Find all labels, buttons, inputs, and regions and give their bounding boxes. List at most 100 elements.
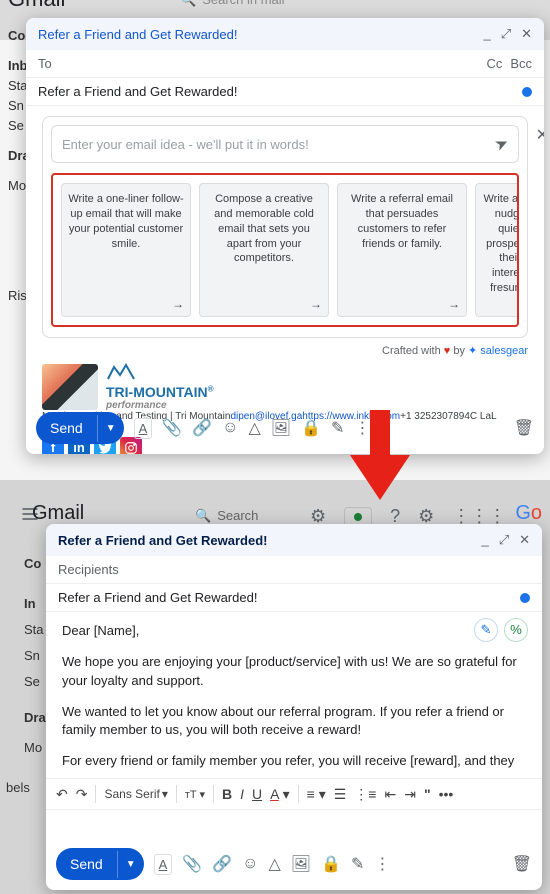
trash-icon[interactable]: 🗑: [512, 854, 532, 874]
text-color-icon[interactable]: A ▾: [270, 786, 290, 803]
suggestion-card[interactable]: Write a one-liner follow-up email that w…: [61, 183, 191, 317]
arrow-right-icon: →: [310, 296, 322, 312]
google-logo-partial: Go: [515, 502, 542, 525]
sidebar-inbox: Inb: [8, 58, 28, 73]
send-idea-icon[interactable]: ➤: [491, 132, 512, 156]
align-icon[interactable]: ≡ ▾: [307, 786, 326, 803]
labels-header: bels: [6, 780, 30, 795]
magic-write-icon[interactable]: ✎: [474, 618, 498, 642]
sidebar-inbox: In: [24, 596, 36, 611]
compose-window-bottom: Refer a Friend and Get Rewarded! _ ⤢ ✕ R…: [46, 524, 542, 890]
undo-icon[interactable]: ↶: [56, 786, 68, 803]
chevron-down-icon: ▾: [162, 787, 168, 801]
compose-window-top: Refer a Friend and Get Rewarded! _ ⤢ ✕ T…: [26, 18, 544, 454]
text-format-toggle-icon[interactable]: A: [154, 854, 173, 875]
gmail-logo: Gmail: [8, 0, 65, 12]
suggestion-list: Write a one-liner follow-up email that w…: [51, 173, 519, 327]
sidebar-ris: Ris: [8, 288, 27, 303]
popout-icon[interactable]: ⤢: [501, 26, 511, 42]
subject-text: Refer a Friend and Get Rewarded!: [58, 590, 257, 605]
link-icon[interactable]: 🔗: [192, 418, 212, 438]
send-options-dropdown[interactable]: ▼: [97, 415, 124, 442]
subject-row[interactable]: Refer a Friend and Get Rewarded!: [26, 78, 544, 106]
lock-icon[interactable]: 🔒: [301, 418, 321, 438]
emoji-icon[interactable]: ☺: [222, 419, 238, 437]
text-format-toggle-icon[interactable]: A: [134, 418, 153, 439]
drive-icon[interactable]: △: [248, 418, 260, 438]
suggestion-card[interactable]: Write a referral email that persuades cu…: [337, 183, 467, 317]
strike-icon[interactable]: •••: [439, 786, 454, 802]
send-button[interactable]: Send ▼: [56, 848, 144, 880]
gmail-logo: Gmail: [32, 502, 84, 525]
indent-more-icon[interactable]: ⇥: [404, 786, 416, 803]
italic-icon[interactable]: I: [240, 786, 244, 802]
pen-icon[interactable]: ✎: [351, 854, 364, 874]
idea-input[interactable]: Enter your email idea - we'll put it in …: [51, 125, 519, 163]
bullet-list-icon[interactable]: ⋮≡: [354, 786, 376, 803]
compose-bottombar: Send ▼ A 📎 🔗 ☺ △ 🖼 🔒 ✎ ⋮ 🗑: [46, 838, 542, 890]
body-paragraph: We wanted to let you know about our refe…: [62, 703, 526, 741]
recipients-row[interactable]: Recipients: [46, 556, 542, 584]
mountain-logo-icon: [106, 363, 136, 381]
minimize-icon[interactable]: _: [483, 26, 490, 42]
bold-icon[interactable]: B: [222, 786, 232, 802]
body-paragraph: We hope you are enjoying your [product/s…: [62, 653, 526, 691]
suggestion-card[interactable]: Compose a creative and memorable cold em…: [199, 183, 329, 317]
close-panel-icon[interactable]: ✕: [536, 125, 544, 145]
close-icon[interactable]: ✕: [521, 26, 532, 42]
attach-icon[interactable]: 📎: [182, 854, 202, 874]
to-label: To: [38, 56, 52, 71]
cc-link[interactable]: Cc: [486, 56, 502, 71]
font-select[interactable]: Sans Serif ▾: [104, 787, 167, 801]
send-button[interactable]: Send ▼: [36, 412, 124, 444]
tracking-dot-icon: [520, 593, 530, 603]
email-body[interactable]: ✎ % Dear [Name], We hope you are enjoyin…: [46, 612, 542, 774]
underline-icon[interactable]: U: [252, 786, 262, 802]
sidebar-more: Mo: [24, 740, 42, 755]
sidebar-snoozed: Sn: [24, 648, 40, 663]
crafted-by-label: Crafted with ♥ by ✦ salesgear: [42, 344, 528, 357]
arrow-right-icon: →: [448, 296, 460, 312]
compose-title: Refer a Friend and Get Rewarded!: [38, 27, 237, 42]
recipients-label: Recipients: [58, 562, 119, 577]
compose-title: Refer a Friend and Get Rewarded!: [58, 533, 268, 548]
numbered-list-icon[interactable]: ☰: [334, 786, 347, 803]
compose-header[interactable]: Refer a Friend and Get Rewarded! _ ⤢ ✕: [26, 18, 544, 50]
greeting-text: Dear [Name],: [62, 622, 526, 641]
image-icon[interactable]: 🖼: [291, 854, 311, 874]
pen-icon[interactable]: ✎: [331, 418, 344, 438]
score-icon[interactable]: %: [504, 618, 528, 642]
redo-icon[interactable]: ↷: [76, 786, 88, 803]
indent-less-icon[interactable]: ⇤: [384, 786, 396, 803]
quote-icon[interactable]: ": [424, 786, 431, 802]
attach-icon[interactable]: 📎: [162, 418, 182, 438]
close-icon[interactable]: ✕: [519, 532, 530, 548]
to-row[interactable]: To Cc Bcc: [26, 50, 544, 78]
sidebar-compose: Co: [24, 556, 41, 571]
compose-header[interactable]: Refer a Friend and Get Rewarded! _ ⤢ ✕: [46, 524, 542, 556]
tracking-dot-icon: [522, 87, 532, 97]
trash-icon[interactable]: 🗑: [514, 418, 534, 438]
search-bg: 🔍Search: [195, 508, 258, 524]
popout-icon[interactable]: ⤢: [499, 532, 509, 548]
subject-row[interactable]: Refer a Friend and Get Rewarded!: [46, 584, 542, 612]
suggestion-card[interactable]: Write a fun nudge quiet prospects their …: [475, 183, 519, 317]
minimize-icon[interactable]: _: [481, 532, 488, 548]
idea-placeholder: Enter your email idea - we'll put it in …: [62, 137, 495, 152]
lock-icon[interactable]: 🔒: [321, 854, 341, 874]
image-icon[interactable]: 🖼: [271, 418, 291, 438]
sidebar-starred: Sta: [8, 78, 28, 93]
drive-icon[interactable]: △: [268, 854, 280, 874]
link-icon[interactable]: 🔗: [212, 854, 232, 874]
sidebar-more: Mo: [8, 178, 26, 193]
sidebar-snoozed: Sn: [8, 98, 24, 113]
red-arrow-annotation: [345, 410, 415, 503]
compose-bottombar: Send ▼ A 📎 🔗 ☺ △ 🖼 🔒 ✎ ⋮ 🗑: [26, 402, 544, 454]
more-icon[interactable]: ⋮: [374, 854, 390, 874]
bcc-link[interactable]: Bcc: [510, 56, 532, 71]
send-options-dropdown[interactable]: ▼: [117, 851, 144, 878]
sidebar-sent: Se: [24, 674, 40, 689]
font-size-icon[interactable]: тT ▾: [185, 788, 205, 801]
sidebar-sent: Se: [8, 118, 24, 133]
emoji-icon[interactable]: ☺: [242, 855, 258, 873]
